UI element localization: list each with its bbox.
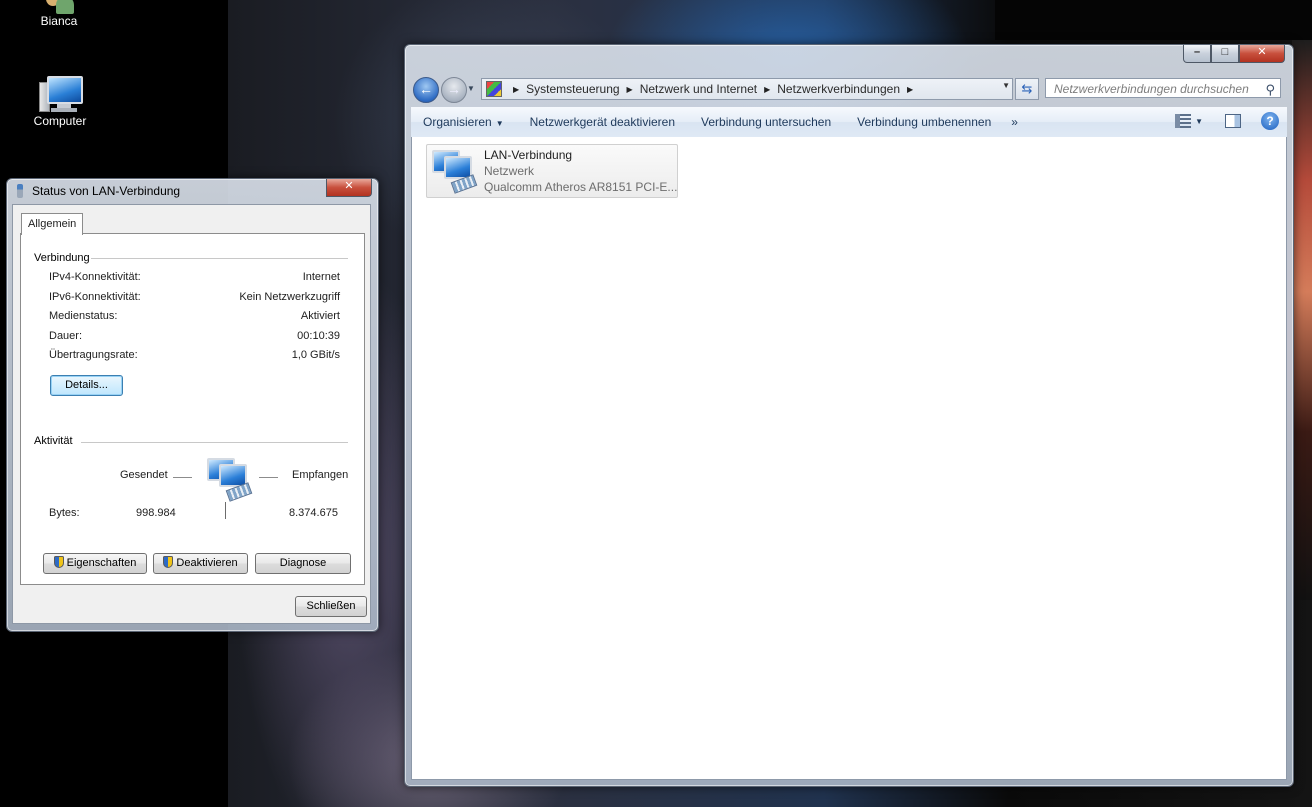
status-dialog: Status von LAN-Verbindung ✕ Allgemein Ve… bbox=[6, 178, 379, 632]
received-label: Empfangen bbox=[292, 469, 349, 481]
details-button[interactable]: Details... bbox=[50, 375, 123, 396]
view-dropdown-icon[interactable]: ▼ bbox=[1195, 117, 1203, 126]
dialog-close-button[interactable]: ✕ bbox=[326, 179, 372, 197]
bytes-received: 8.374.675 bbox=[289, 507, 338, 519]
row-label: Dauer: bbox=[49, 330, 83, 342]
row-label: Medienstatus: bbox=[49, 310, 118, 322]
navigation-bar: ← → ▼ ▶ Systemsteuerung ▶ Netzwerk und I… bbox=[411, 75, 1285, 103]
desktop-icon-bianca[interactable]: Bianca bbox=[14, 0, 104, 28]
row-value: 00:10:39 bbox=[297, 330, 340, 342]
search-icon[interactable]: ⚲ bbox=[1265, 80, 1275, 100]
address-dropdown-icon[interactable]: ▼ bbox=[1002, 81, 1010, 90]
bytes-sent: 998.984 bbox=[136, 507, 176, 519]
recent-pages-button[interactable]: ▼ bbox=[467, 84, 475, 93]
dialog-title-bar: Status von LAN-Verbindung bbox=[17, 184, 180, 198]
view-controls: ▼ ? bbox=[1175, 112, 1279, 130]
network-plug-icon bbox=[17, 184, 23, 198]
close-button[interactable]: ✕ bbox=[1239, 45, 1285, 63]
connection-item-lan[interactable]: LAN-Verbindung Netzwerk Qualcomm Atheros… bbox=[426, 144, 678, 198]
desktop-icon-computer[interactable]: Computer bbox=[15, 74, 105, 128]
disable-device-button[interactable]: Netzwerkgerät deaktivieren bbox=[518, 115, 689, 129]
deactivate-button[interactable]: Deaktivieren bbox=[153, 553, 248, 574]
refresh-button[interactable]: ⇆ bbox=[1015, 78, 1039, 100]
row-label: IPv6-Konnektivität: bbox=[49, 291, 141, 303]
row-value: 1,0 GBit/s bbox=[291, 349, 340, 361]
connections-list: LAN-Verbindung Netzwerk Qualcomm Atheros… bbox=[411, 137, 1287, 780]
breadcrumb-arrow-icon[interactable]: ▶ bbox=[764, 85, 770, 94]
forward-button[interactable]: → bbox=[441, 77, 467, 103]
explorer-window: – □ ✕ ← → ▼ ▶ Systemsteuerung ▶ Netzwerk… bbox=[404, 44, 1294, 787]
bytes-label: Bytes: bbox=[49, 507, 80, 519]
uac-shield-icon bbox=[163, 556, 174, 568]
row-value: Kein Netzwerkzugriff bbox=[239, 291, 340, 303]
user-folder-icon bbox=[42, 0, 76, 14]
dialog-body: Allgemein Verbindung IPv4-Konnektivität:… bbox=[12, 204, 371, 624]
breadcrumb-netzwerkverbindungen[interactable]: Netzwerkverbindungen bbox=[777, 82, 900, 96]
address-bar[interactable]: ▶ Systemsteuerung ▶ Netzwerk und Interne… bbox=[481, 78, 1013, 100]
connection-network: Netzwerk bbox=[484, 164, 535, 178]
maximize-button[interactable]: □ bbox=[1211, 45, 1239, 63]
connection-name: LAN-Verbindung bbox=[484, 148, 573, 162]
breadcrumb-systemsteuerung[interactable]: Systemsteuerung bbox=[526, 82, 619, 96]
window-caption-buttons: – □ ✕ bbox=[1183, 45, 1285, 63]
organize-menu[interactable]: Organisieren ▼ bbox=[411, 115, 518, 129]
command-bar: Organisieren ▼ Netzwerkgerät deaktivieren… bbox=[411, 107, 1287, 138]
breadcrumb-arrow-icon[interactable]: ▶ bbox=[907, 85, 913, 94]
breadcrumb-netzwerk-internet[interactable]: Netzwerk und Internet bbox=[640, 82, 757, 96]
computer-icon bbox=[37, 74, 83, 114]
row-label: IPv4-Konnektivität: bbox=[49, 271, 141, 283]
row-value: Internet bbox=[302, 271, 340, 283]
connection-device: Qualcomm Atheros AR8151 PCI-E... bbox=[484, 180, 678, 194]
rename-connection-button[interactable]: Verbindung umbenennen bbox=[845, 115, 1005, 129]
wallpaper-edge bbox=[1292, 40, 1312, 600]
network-connection-icon bbox=[430, 148, 478, 194]
tab-allgemein[interactable]: Allgemein bbox=[21, 213, 84, 235]
search-placeholder: Netzwerkverbindungen durchsuchen bbox=[1054, 82, 1249, 96]
group-activity-heading: Aktivität bbox=[34, 435, 73, 447]
search-input[interactable]: Netzwerkverbindungen durchsuchen ⚲ bbox=[1045, 78, 1281, 98]
change-view-icon[interactable] bbox=[1175, 114, 1192, 128]
group-connection-heading: Verbindung bbox=[34, 252, 90, 264]
wallpaper-dark-area bbox=[995, 0, 1312, 40]
uac-shield-icon bbox=[53, 556, 64, 568]
preview-pane-icon[interactable] bbox=[1225, 114, 1241, 128]
close-dialog-button[interactable]: Schließen bbox=[295, 596, 367, 617]
row-value: Aktiviert bbox=[300, 310, 340, 322]
network-activity-icon bbox=[205, 456, 253, 502]
properties-button[interactable]: Eigenschaften bbox=[43, 553, 147, 574]
row-label: Übertragungsrate: bbox=[49, 349, 138, 361]
tab-panel-general: Verbindung IPv4-Konnektivität: Internet … bbox=[20, 233, 365, 585]
desktop-icon-label: Bianca bbox=[40, 14, 78, 28]
minimize-button[interactable]: – bbox=[1183, 45, 1211, 63]
diagnose-connection-button[interactable]: Verbindung untersuchen bbox=[689, 115, 845, 129]
desktop-icon-label: Computer bbox=[33, 114, 87, 128]
chevron-down-icon: ▼ bbox=[495, 119, 504, 128]
group-divider bbox=[81, 442, 348, 443]
more-commands-button[interactable]: » bbox=[1005, 115, 1024, 129]
dialog-caption-buttons: ✕ bbox=[326, 179, 372, 197]
back-button[interactable]: ← bbox=[413, 77, 439, 103]
breadcrumb-arrow-icon[interactable]: ▶ bbox=[627, 85, 633, 94]
sent-label: Gesendet bbox=[120, 469, 168, 481]
received-line bbox=[259, 477, 278, 478]
diagnose-button[interactable]: Diagnose bbox=[255, 553, 351, 574]
dialog-title: Status von LAN-Verbindung bbox=[32, 184, 181, 198]
sent-line bbox=[173, 477, 192, 478]
help-icon[interactable]: ? bbox=[1261, 112, 1279, 130]
breadcrumb-arrow-icon[interactable]: ▶ bbox=[513, 85, 519, 94]
group-divider bbox=[91, 258, 348, 259]
control-panel-icon bbox=[486, 81, 502, 97]
bytes-divider bbox=[225, 502, 226, 519]
